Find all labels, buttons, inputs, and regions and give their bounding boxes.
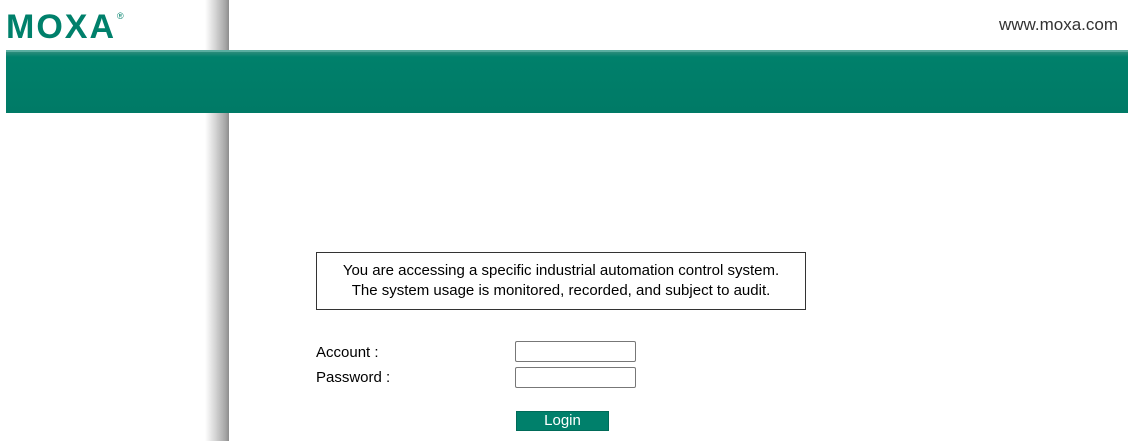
account-label: Account :	[316, 344, 379, 361]
notice-line-1: You are accessing a specific industrial …	[342, 262, 780, 279]
site-url: www.moxa.com	[998, 15, 1118, 34]
logo-registered-mark: ®	[117, 11, 124, 21]
login-page: MOXA ® www.moxa.com You are accessing a …	[0, 0, 1128, 441]
password-label: Password :	[316, 369, 391, 386]
logo-text: MOXA	[6, 8, 116, 46]
login-button[interactable]: Login	[516, 411, 609, 431]
notice-line-2: The system usage is monitored, recorded,…	[351, 282, 771, 299]
account-input[interactable]	[515, 341, 636, 362]
password-input[interactable]	[515, 367, 636, 388]
moxa-logo: MOXA ®	[6, 10, 124, 44]
header-banner	[6, 52, 1128, 113]
access-notice-box: You are accessing a specific industrial …	[316, 252, 806, 310]
